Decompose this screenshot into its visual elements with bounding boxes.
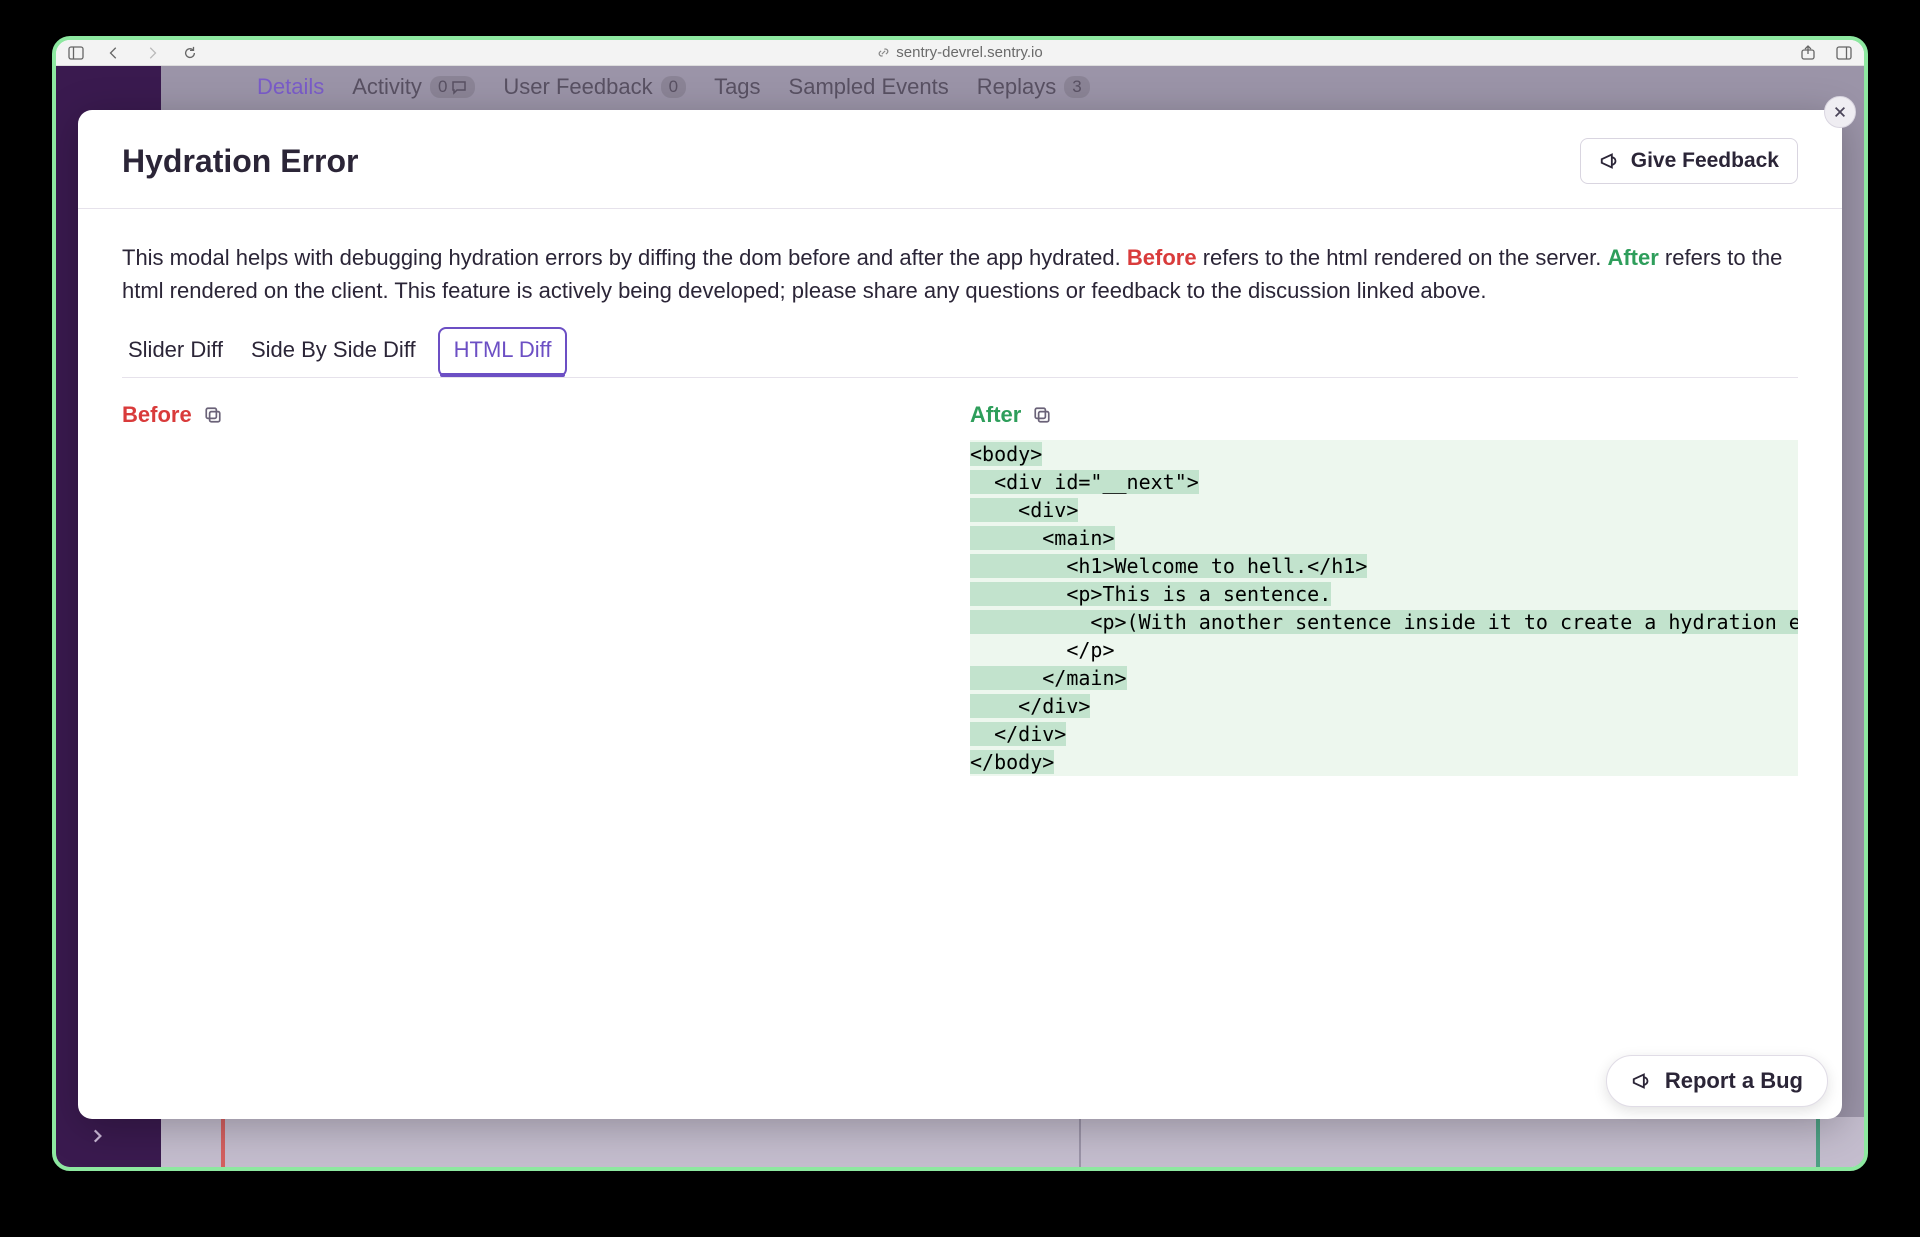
share-icon[interactable] — [1800, 45, 1816, 61]
bg-tab-strip: Details Activity 0 User Feedback 0 Tags … — [161, 66, 1864, 108]
close-icon — [1833, 105, 1847, 119]
bg-tab-sampled-events[interactable]: Sampled Events — [789, 74, 949, 100]
bg-count-badge: 0 — [661, 76, 686, 98]
modal-title: Hydration Error — [122, 143, 358, 180]
bg-count-badge: 0 — [430, 76, 475, 98]
before-keyword: Before — [1127, 245, 1197, 270]
bg-tab-label: User Feedback — [503, 74, 652, 100]
bg-tab-tags[interactable]: Tags — [714, 74, 760, 100]
bg-tab-activity[interactable]: Activity 0 — [352, 74, 475, 100]
after-code[interactable]: <body> <div id="__next"> <div> <main> <h… — [970, 440, 1798, 776]
chevron-right-icon[interactable] — [82, 1121, 112, 1151]
bg-tab-user-feedback[interactable]: User Feedback 0 — [503, 74, 686, 100]
feedback-label: Give Feedback — [1631, 149, 1779, 173]
after-keyword: After — [1607, 245, 1658, 270]
tab-slider-diff[interactable]: Slider Diff — [122, 327, 229, 377]
megaphone-icon — [1599, 150, 1621, 172]
bg-count-badge: 3 — [1064, 76, 1089, 98]
before-pane-header: Before — [122, 402, 950, 428]
diff-panes: Before After <body> <div id="__next"> <d… — [122, 402, 1798, 776]
tab-html-diff[interactable]: HTML Diff — [438, 327, 568, 377]
bg-tab-replays[interactable]: Replays 3 — [977, 74, 1090, 100]
copy-icon[interactable] — [1033, 406, 1051, 424]
modal-header: Hydration Error Give Feedback — [78, 110, 1842, 209]
bg-tab-label: Activity — [352, 74, 422, 100]
browser-window: sentry-devrel.sentry.io Details Activity… — [52, 36, 1868, 1171]
url-text: sentry-devrel.sentry.io — [896, 44, 1042, 61]
url-bar[interactable]: sentry-devrel.sentry.io — [56, 44, 1864, 61]
bg-timeline — [161, 1117, 1864, 1167]
after-pane: After <body> <div id="__next"> <div> <ma… — [970, 402, 1798, 776]
link-icon — [877, 46, 890, 59]
before-pane: Before — [122, 402, 950, 776]
modal-body: This modal helps with debugging hydratio… — [78, 209, 1842, 1119]
hydration-error-modal: Hydration Error Give Feedback This modal… — [78, 110, 1842, 1119]
megaphone-icon — [1631, 1070, 1653, 1092]
give-feedback-button[interactable]: Give Feedback — [1580, 138, 1798, 184]
close-button[interactable] — [1824, 96, 1856, 128]
diff-tab-strip: Slider Diff Side By Side Diff HTML Diff — [122, 327, 1798, 378]
report-bug-button[interactable]: Report a Bug — [1606, 1055, 1828, 1107]
bg-tab-details[interactable]: Details — [257, 74, 324, 100]
comment-icon — [451, 79, 467, 95]
panel-icon[interactable] — [1836, 45, 1852, 61]
tab-side-by-side-diff[interactable]: Side By Side Diff — [245, 327, 422, 377]
modal-description: This modal helps with debugging hydratio… — [122, 241, 1798, 307]
after-pane-header: After — [970, 402, 1798, 428]
after-label: After — [970, 402, 1021, 428]
report-bug-label: Report a Bug — [1665, 1068, 1803, 1094]
before-label: Before — [122, 402, 192, 428]
bg-tab-label: Replays — [977, 74, 1056, 100]
copy-icon[interactable] — [204, 406, 222, 424]
browser-toolbar: sentry-devrel.sentry.io — [56, 40, 1864, 66]
